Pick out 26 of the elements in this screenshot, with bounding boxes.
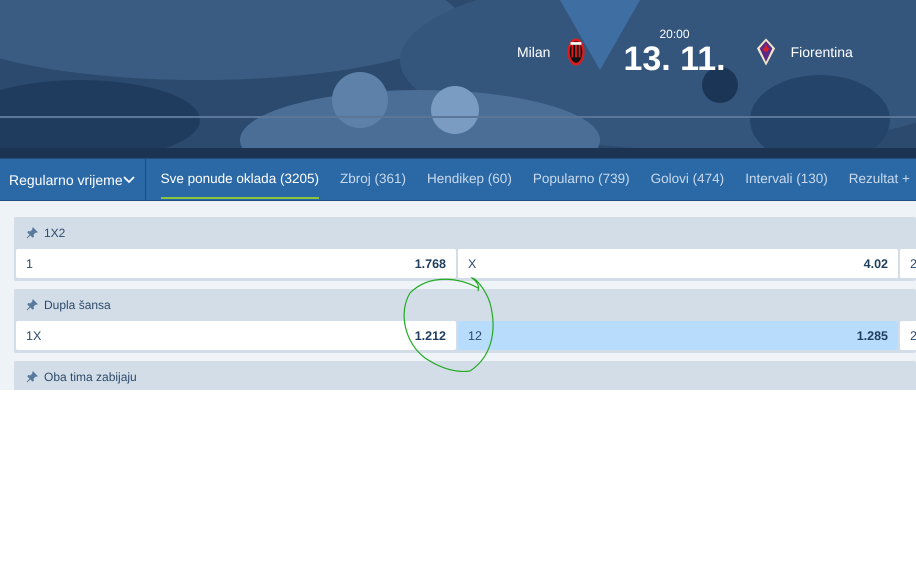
market-header[interactable]: Oba tima zabijaju — [14, 361, 916, 390]
odds-button[interactable]: 1X 1.212 — [16, 321, 456, 350]
pin-icon — [26, 227, 38, 239]
market-tab[interactable]: Golovi (474) — [650, 159, 724, 199]
match-date: 13. 11. — [623, 41, 726, 77]
striped-crest-icon — [567, 37, 586, 67]
market-tab[interactable]: Popularno (739) — [532, 159, 630, 199]
team-name: Milan — [517, 44, 550, 60]
chevron-down-icon — [122, 176, 135, 184]
market-tab[interactable]: Rezultat + — [848, 159, 910, 199]
odds-button[interactable]: 2 — [900, 321, 916, 350]
market-tab[interactable]: Zbroj (361) — [340, 159, 406, 199]
market-header[interactable]: 1X2 — [14, 217, 916, 249]
lily-shield-icon — [756, 37, 776, 67]
market-tab[interactable]: Intervali (130) — [745, 159, 828, 199]
odds-button[interactable]: 1 1.768 — [16, 249, 456, 278]
market-tab[interactable]: Sve ponude oklada (3205) — [160, 159, 319, 199]
match-time: 20:00 — [660, 27, 690, 41]
odds-button[interactable]: X 4.02 — [458, 249, 898, 278]
pin-icon — [26, 371, 38, 383]
market-header[interactable]: Dupla šansa — [14, 289, 916, 321]
odds-button[interactable]: 2 — [900, 249, 916, 278]
team-name: Fiorentina — [790, 44, 853, 60]
odds-button[interactable]: 12 1.285 — [458, 321, 898, 350]
pin-icon — [26, 299, 38, 311]
market-tab[interactable]: Hendikep (60) — [427, 159, 512, 199]
